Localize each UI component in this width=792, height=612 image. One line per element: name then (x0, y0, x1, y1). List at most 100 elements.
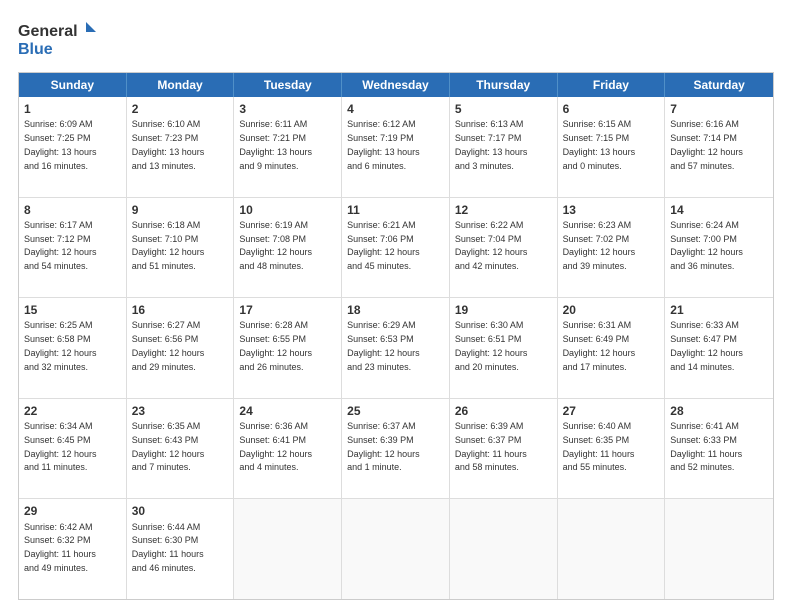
day-info: Sunrise: 6:21 AM Sunset: 7:06 PM Dayligh… (347, 220, 420, 271)
weekday-header: Saturday (665, 73, 773, 97)
calendar-cell: 8Sunrise: 6:17 AM Sunset: 7:12 PM Daylig… (19, 198, 127, 298)
calendar-cell: 28 Sunrise: 6:41 AM Sunset: 6:33 PM Dayli… (665, 399, 773, 499)
day-number: 7 (670, 101, 768, 117)
day-number: 10 (239, 202, 336, 218)
calendar-cell: 19 Sunrise: 6:30 AM Sunset: 6:51 PM Dayli… (450, 298, 558, 398)
day-info: Sunrise: 6:34 AM Sunset: 6:45 PM Dayligh… (24, 421, 97, 472)
calendar-cell (450, 499, 558, 599)
calendar-cell: 6 Sunrise: 6:15 AM Sunset: 7:15 PM Daylig… (558, 97, 666, 197)
day-number: 4 (347, 101, 444, 117)
page: GeneralBlue SundayMondayTuesdayWednesday… (0, 0, 792, 612)
day-number: 24 (239, 403, 336, 419)
day-number: 30 (132, 503, 229, 519)
calendar-cell: 15Sunrise: 6:25 AM Sunset: 6:58 PM Dayli… (19, 298, 127, 398)
day-number: 28 (670, 403, 768, 419)
weekday-header: Wednesday (342, 73, 450, 97)
day-info: Sunrise: 6:40 AM Sunset: 6:35 PM Dayligh… (563, 421, 635, 472)
weekday-header: Monday (127, 73, 235, 97)
day-info: Sunrise: 6:29 AM Sunset: 6:53 PM Dayligh… (347, 320, 420, 371)
day-info: Sunrise: 6:15 AM Sunset: 7:15 PM Dayligh… (563, 119, 636, 170)
day-info: Sunrise: 6:36 AM Sunset: 6:41 PM Dayligh… (239, 421, 312, 472)
calendar-cell: 25 Sunrise: 6:37 AM Sunset: 6:39 PM Dayli… (342, 399, 450, 499)
day-info: Sunrise: 6:33 AM Sunset: 6:47 PM Dayligh… (670, 320, 743, 371)
calendar-cell: 4 Sunrise: 6:12 AM Sunset: 7:19 PM Daylig… (342, 97, 450, 197)
calendar-cell: 26 Sunrise: 6:39 AM Sunset: 6:37 PM Dayli… (450, 399, 558, 499)
day-info: Sunrise: 6:11 AM Sunset: 7:21 PM Dayligh… (239, 119, 312, 170)
day-info: Sunrise: 6:27 AM Sunset: 6:56 PM Dayligh… (132, 320, 205, 371)
calendar-cell: 1Sunrise: 6:09 AM Sunset: 7:25 PM Daylig… (19, 97, 127, 197)
calendar-cell: 21Sunrise: 6:33 AM Sunset: 6:47 PM Dayli… (665, 298, 773, 398)
day-info: Sunrise: 6:24 AM Sunset: 7:00 PM Dayligh… (670, 220, 743, 271)
calendar-cell: 12 Sunrise: 6:22 AM Sunset: 7:04 PM Dayli… (450, 198, 558, 298)
day-number: 11 (347, 202, 444, 218)
day-info: Sunrise: 6:18 AM Sunset: 7:10 PM Dayligh… (132, 220, 205, 271)
calendar-cell (665, 499, 773, 599)
day-info: Sunrise: 6:31 AM Sunset: 6:49 PM Dayligh… (563, 320, 636, 371)
day-info: Sunrise: 6:37 AM Sunset: 6:39 PM Dayligh… (347, 421, 420, 472)
calendar-row: 15Sunrise: 6:25 AM Sunset: 6:58 PM Dayli… (19, 298, 773, 399)
calendar-header: SundayMondayTuesdayWednesdayThursdayFrid… (19, 73, 773, 97)
day-info: Sunrise: 6:19 AM Sunset: 7:08 PM Dayligh… (239, 220, 312, 271)
day-number: 16 (132, 302, 229, 318)
logo-container: GeneralBlue (18, 18, 98, 62)
calendar-cell (234, 499, 342, 599)
calendar-cell: 2Sunrise: 6:10 AM Sunset: 7:23 PM Daylig… (127, 97, 235, 197)
day-number: 6 (563, 101, 660, 117)
day-info: Sunrise: 6:35 AM Sunset: 6:43 PM Dayligh… (132, 421, 205, 472)
calendar-cell: 30 Sunrise: 6:44 AM Sunset: 6:30 PM Dayli… (127, 499, 235, 599)
day-number: 5 (455, 101, 552, 117)
calendar-cell (558, 499, 666, 599)
day-info: Sunrise: 6:12 AM Sunset: 7:19 PM Dayligh… (347, 119, 420, 170)
day-info: Sunrise: 6:23 AM Sunset: 7:02 PM Dayligh… (563, 220, 636, 271)
day-number: 25 (347, 403, 444, 419)
day-number: 23 (132, 403, 229, 419)
calendar-cell: 18 Sunrise: 6:29 AM Sunset: 6:53 PM Dayli… (342, 298, 450, 398)
day-number: 27 (563, 403, 660, 419)
day-number: 3 (239, 101, 336, 117)
day-number: 8 (24, 202, 121, 218)
day-number: 14 (670, 202, 768, 218)
calendar-cell: 13 Sunrise: 6:23 AM Sunset: 7:02 PM Dayli… (558, 198, 666, 298)
day-info: Sunrise: 6:30 AM Sunset: 6:51 PM Dayligh… (455, 320, 528, 371)
day-info: Sunrise: 6:25 AM Sunset: 6:58 PM Dayligh… (24, 320, 97, 371)
calendar-cell: 3 Sunrise: 6:11 AM Sunset: 7:21 PM Daylig… (234, 97, 342, 197)
calendar-cell: 23 Sunrise: 6:35 AM Sunset: 6:43 PM Dayli… (127, 399, 235, 499)
day-number: 1 (24, 101, 121, 117)
calendar-row: 29 Sunrise: 6:42 AM Sunset: 6:32 PM Dayli… (19, 499, 773, 599)
day-info: Sunrise: 6:41 AM Sunset: 6:33 PM Dayligh… (670, 421, 742, 472)
day-info: Sunrise: 6:39 AM Sunset: 6:37 PM Dayligh… (455, 421, 527, 472)
calendar-cell: 24 Sunrise: 6:36 AM Sunset: 6:41 PM Dayli… (234, 399, 342, 499)
day-number: 29 (24, 503, 121, 519)
calendar-cell: 14 Sunrise: 6:24 AM Sunset: 7:00 PM Dayli… (665, 198, 773, 298)
day-number: 19 (455, 302, 552, 318)
day-number: 26 (455, 403, 552, 419)
logo: GeneralBlue (18, 18, 98, 62)
calendar-cell: 29 Sunrise: 6:42 AM Sunset: 6:32 PM Dayli… (19, 499, 127, 599)
day-number: 17 (239, 302, 336, 318)
day-number: 20 (563, 302, 660, 318)
logo-svg: GeneralBlue (18, 18, 98, 62)
calendar-cell: 9Sunrise: 6:18 AM Sunset: 7:10 PM Daylig… (127, 198, 235, 298)
calendar-cell: 7Sunrise: 6:16 AM Sunset: 7:14 PM Daylig… (665, 97, 773, 197)
calendar-row: 22Sunrise: 6:34 AM Sunset: 6:45 PM Dayli… (19, 399, 773, 500)
calendar-row: 1Sunrise: 6:09 AM Sunset: 7:25 PM Daylig… (19, 97, 773, 198)
day-number: 2 (132, 101, 229, 117)
day-info: Sunrise: 6:44 AM Sunset: 6:30 PM Dayligh… (132, 522, 204, 573)
weekday-header: Sunday (19, 73, 127, 97)
weekday-header: Tuesday (234, 73, 342, 97)
calendar-cell: 27 Sunrise: 6:40 AM Sunset: 6:35 PM Dayli… (558, 399, 666, 499)
weekday-header: Thursday (450, 73, 558, 97)
day-number: 12 (455, 202, 552, 218)
calendar-cell: 5Sunrise: 6:13 AM Sunset: 7:17 PM Daylig… (450, 97, 558, 197)
day-number: 13 (563, 202, 660, 218)
day-info: Sunrise: 6:22 AM Sunset: 7:04 PM Dayligh… (455, 220, 528, 271)
svg-text:Blue: Blue (18, 41, 53, 58)
day-number: 18 (347, 302, 444, 318)
weekday-header: Friday (558, 73, 666, 97)
svg-text:General: General (18, 23, 78, 40)
calendar-row: 8Sunrise: 6:17 AM Sunset: 7:12 PM Daylig… (19, 198, 773, 299)
day-info: Sunrise: 6:42 AM Sunset: 6:32 PM Dayligh… (24, 522, 96, 573)
calendar: SundayMondayTuesdayWednesdayThursdayFrid… (18, 72, 774, 600)
calendar-cell: 16 Sunrise: 6:27 AM Sunset: 6:56 PM Dayli… (127, 298, 235, 398)
calendar-cell: 22Sunrise: 6:34 AM Sunset: 6:45 PM Dayli… (19, 399, 127, 499)
